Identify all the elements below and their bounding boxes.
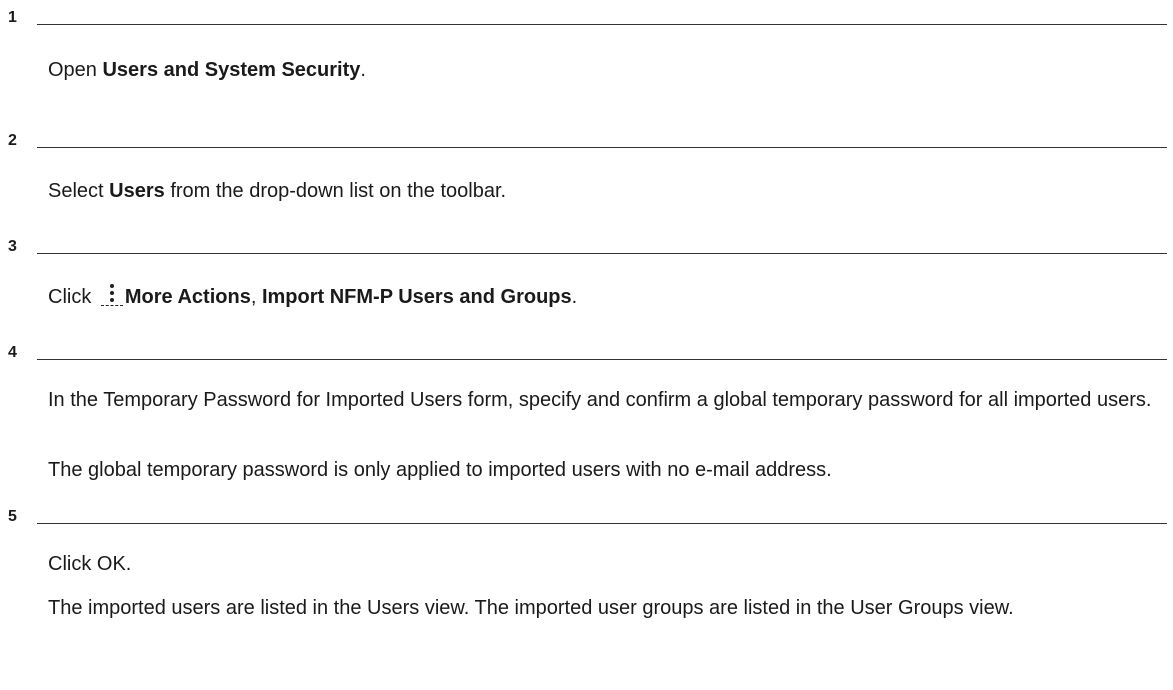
step-divider [37,24,1167,25]
ui-term: Users [109,180,165,202]
step-3: 3 Click More Actions, Import NFM-P Users… [0,237,1173,308]
text-run: Open [48,59,103,81]
step-text: Select Users from the drop-down list on … [48,177,1168,205]
step-header: 4 [0,343,1173,367]
text-run: . [571,286,578,308]
step-text: Open Users and System Security. [48,56,1168,84]
step-text: Click More Actions, Import NFM-P Users a… [48,283,1168,311]
step-divider [37,147,1167,148]
text-run: from the drop-down list on the toolbar. [164,180,507,202]
more-actions-kebab-icon [100,283,123,306]
step-5: 5 Click OK. The imported users are liste… [0,507,1173,619]
ui-term: Import NFM-P Users and Groups [261,286,572,308]
ui-term: More Actions [124,286,251,308]
step-number: 4 [8,344,17,361]
step-text: In the Temporary Password for Imported U… [48,389,1152,411]
ui-term: Users and System Security [102,59,361,81]
step-divider [37,523,1167,524]
step-text: The imported users are listed in the Use… [48,597,1014,619]
step-header: 5 [0,507,1173,531]
step-header: 1 [0,8,1173,32]
step-number: 2 [8,132,17,149]
step-number: 1 [8,9,17,26]
step-text: Click OK. [48,553,132,575]
step-divider [37,253,1167,254]
step-number: 5 [8,508,17,525]
step-4: 4 In the Temporary Password for Imported… [0,343,1173,481]
step-header: 3 [0,237,1173,261]
step-2: 2 Select Users from the drop-down list o… [0,131,1173,202]
step-number: 3 [8,238,17,255]
text-run: Select [48,180,110,202]
text-run: Click [48,286,97,308]
text-run: , [250,286,262,308]
step-text: The global temporary password is only ap… [48,459,832,481]
step-header: 2 [0,131,1173,155]
text-run: . [360,59,366,81]
step-1: 1 Open Users and System Security. [0,8,1173,81]
step-divider [37,359,1167,360]
